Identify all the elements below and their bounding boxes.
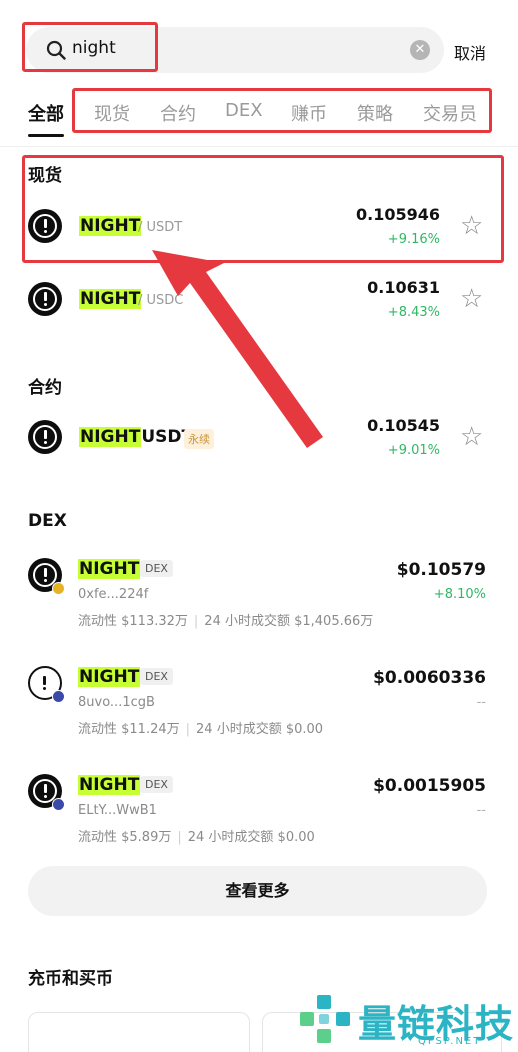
watermark-subtext: QFSP.NET (418, 1036, 482, 1047)
annotation-arrow-icon (152, 250, 323, 448)
watermark-logo-icon (300, 995, 350, 1043)
